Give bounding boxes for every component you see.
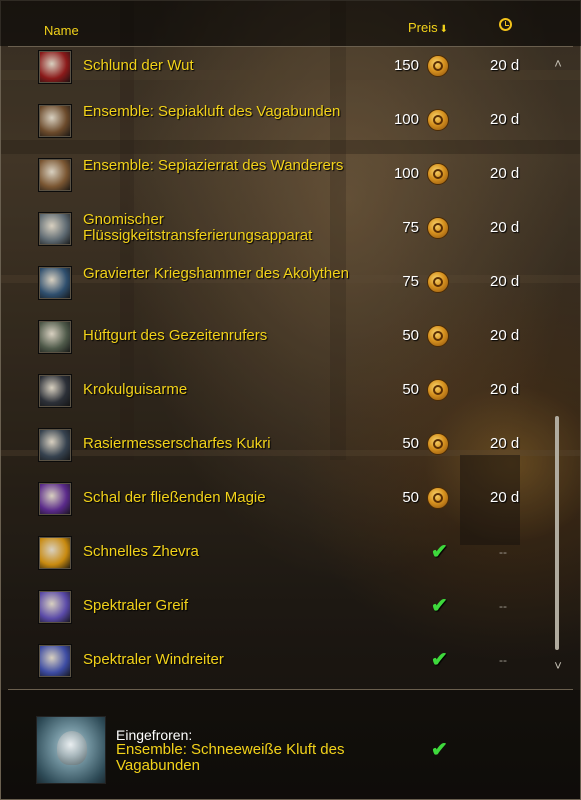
item-row[interactable]: Gnomischer Flüssigkeitstransferierungsap…	[0, 202, 545, 254]
item-duration: 20 d	[490, 489, 520, 506]
trader-tender-coin-icon	[427, 379, 449, 401]
item-row[interactable]: Ensemble: Sepiazierrat des Wanderers 100 2…	[0, 148, 545, 200]
belt-buckle-icon[interactable]	[38, 320, 72, 354]
checkmark-icon: ✔	[431, 739, 448, 761]
item-name[interactable]: Rasiermesserscharfes Kukri	[83, 436, 353, 452]
item-row[interactable]: Schal der fließenden Magie 50 20 d	[0, 472, 545, 524]
trader-tender-coin-icon	[427, 487, 449, 509]
item-price: 50	[402, 381, 419, 398]
golden-sun-icon[interactable]	[38, 536, 72, 570]
item-duration: --	[499, 599, 507, 613]
trader-tender-coin-icon	[427, 109, 449, 131]
brown-cloak-icon[interactable]	[38, 104, 72, 138]
item-duration: 20 d	[490, 111, 520, 128]
name-column-header[interactable]: Name	[44, 23, 79, 38]
item-duration: 20 d	[490, 381, 520, 398]
item-name[interactable]: Hüftgurt des Gezeitenrufers	[83, 328, 353, 344]
item-name[interactable]: Ensemble: Sepiazierrat des Wanderers	[83, 158, 353, 174]
gnomish-device-icon[interactable]	[38, 212, 72, 246]
item-name[interactable]: Schal der fließenden Magie	[83, 490, 353, 506]
sort-arrow-icon: ⬇	[439, 24, 449, 35]
item-price: 50	[402, 489, 419, 506]
checkmark-icon: ✔	[431, 595, 448, 617]
item-name[interactable]: Spektraler Greif	[83, 598, 353, 614]
item-name[interactable]: Schlund der Wut	[83, 58, 353, 74]
scroll-up-arrow-icon[interactable]: ˄	[550, 56, 566, 71]
item-price: 50	[402, 327, 419, 344]
trader-tender-coin-icon	[427, 325, 449, 347]
brown-rope-bundle-icon[interactable]	[38, 158, 72, 192]
item-name[interactable]: Spektraler Windreiter	[83, 652, 353, 668]
spectral-windrider-icon[interactable]	[38, 644, 72, 678]
item-name[interactable]: Krokulguisarme	[83, 382, 353, 398]
checkmark-icon: ✔	[431, 541, 448, 563]
price-header-label: Preis	[408, 20, 438, 35]
item-name[interactable]: Gnomischer Flüssigkeitstransferierungsap…	[83, 212, 353, 244]
item-duration: --	[499, 653, 507, 667]
item-duration: 20 d	[490, 327, 520, 344]
trader-tender-coin-icon	[427, 163, 449, 185]
item-row[interactable]: Spektraler Windreiter ✔ --	[0, 634, 545, 686]
item-duration: 20 d	[490, 57, 520, 74]
item-row[interactable]: Gravierter Kriegshammer des Akolythen 75 2…	[0, 256, 545, 308]
item-price: 100	[393, 111, 419, 128]
clock-icon[interactable]	[499, 18, 512, 31]
item-row[interactable]: Schnelles Zhevra ✔ --	[0, 526, 545, 578]
item-price: 100	[393, 165, 419, 182]
warhammer-icon[interactable]	[38, 266, 72, 300]
scrollbar-thumb[interactable]	[555, 416, 559, 650]
item-row[interactable]: Spektraler Greif ✔ --	[0, 580, 545, 632]
item-name[interactable]: Gravierter Kriegshammer des Akolythen	[83, 266, 353, 282]
item-row[interactable]: Rasiermesserscharfes Kukri 50 20 d	[0, 418, 545, 470]
price-column-header[interactable]: Preis ⬇	[408, 20, 448, 35]
trader-tender-coin-icon	[427, 271, 449, 293]
trader-tender-coin-icon	[427, 55, 449, 77]
item-row[interactable]: Schlund der Wut 150 20 d	[0, 40, 545, 92]
scroll-down-arrow-icon[interactable]: ˅	[550, 658, 566, 673]
item-duration: 20 d	[490, 273, 520, 290]
checkmark-icon: ✔	[431, 649, 448, 671]
item-name[interactable]: Ensemble: Sepiakluft des Vagabunden	[83, 104, 353, 120]
item-name[interactable]: Schnelles Zhevra	[83, 544, 353, 560]
trader-tender-coin-icon	[427, 217, 449, 239]
footer-divider	[8, 689, 573, 690]
item-price: 150	[393, 57, 419, 74]
polearm-icon[interactable]	[38, 374, 72, 408]
purple-cloak-icon[interactable]	[38, 482, 72, 516]
item-row[interactable]: Krokulguisarme 50 20 d	[0, 364, 545, 416]
kukri-blade-icon[interactable]	[38, 428, 72, 462]
item-row[interactable]: Ensemble: Sepiakluft des Vagabunden 100 20…	[0, 94, 545, 146]
item-price: 75	[402, 219, 419, 236]
snowy-cloak-icon[interactable]	[36, 716, 106, 784]
frozen-item-name[interactable]: Ensemble: Schneeweiße Kluft des Vagabund…	[116, 742, 366, 774]
item-row[interactable]: Hüftgurt des Gezeitenrufers 50 20 d	[0, 310, 545, 362]
item-price: 50	[402, 435, 419, 452]
item-duration: --	[499, 545, 507, 559]
red-demon-maw-icon[interactable]	[38, 50, 72, 84]
trader-tender-coin-icon	[427, 433, 449, 455]
spectral-gryphon-icon[interactable]	[38, 590, 72, 624]
item-duration: 20 d	[490, 435, 520, 452]
item-price: 75	[402, 273, 419, 290]
item-duration: 20 d	[490, 165, 520, 182]
item-duration: 20 d	[490, 219, 520, 236]
